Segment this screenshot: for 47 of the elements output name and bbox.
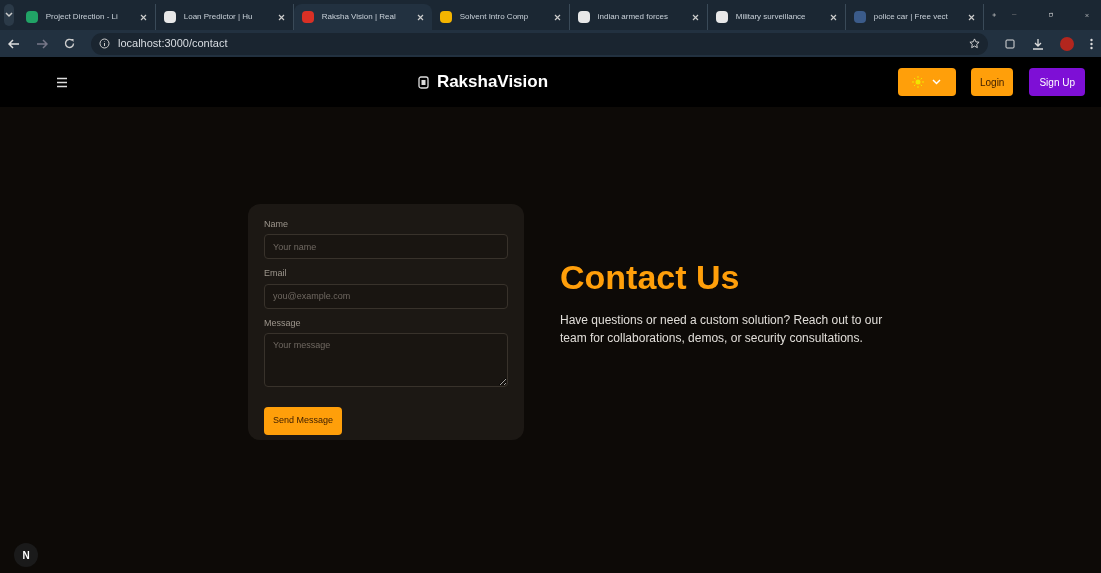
menu-icon[interactable] [1090, 37, 1093, 50]
caret-icon [4, 12, 13, 18]
reload-icon[interactable] [64, 38, 75, 49]
menu-icon[interactable] [56, 76, 68, 88]
star-icon[interactable] [969, 38, 980, 49]
tab-title: Raksha Vision | Real [321, 11, 397, 23]
close-icon[interactable] [277, 13, 285, 21]
tab-title: Loan Predictor | Hu [183, 11, 254, 23]
close-icon[interactable] [139, 13, 147, 21]
shield-icon [417, 75, 429, 89]
brand-name: RakshaVision [436, 71, 549, 94]
chevron-down-icon [932, 79, 942, 85]
url-text: localhost:3000/contact [118, 36, 228, 52]
sun-icon [912, 76, 925, 88]
field-label: Name [264, 217, 289, 231]
dev-badge[interactable]: N [14, 543, 38, 567]
close-icon[interactable] [829, 13, 837, 21]
restore-icon[interactable] [1048, 10, 1053, 20]
intro-paragraph: Have questions or need a custom solution? Reach out to our team for collaborations, demos, or security consultations. [560, 311, 884, 347]
browser-tab[interactable]: Raksha Vision | Real [293, 4, 432, 30]
tab-title: Solvent Intro Comp [459, 11, 530, 23]
close-icon[interactable] [691, 13, 699, 21]
tab-search-button[interactable] [4, 4, 14, 26]
login-button[interactable]: Login [970, 68, 1014, 96]
send-message-button[interactable]: Send Message [264, 407, 343, 435]
input-field[interactable]: you@example.com [264, 283, 508, 309]
field-label: Message [264, 316, 302, 330]
sign-up-button[interactable]: Sign Up [1029, 68, 1085, 96]
tab-title: Military surveillance [735, 11, 807, 23]
info-icon [99, 38, 110, 49]
forward-icon[interactable] [36, 38, 48, 49]
extensions-icon[interactable] [1004, 37, 1016, 50]
field-label: Email [264, 267, 288, 280]
close-icon[interactable] [416, 13, 424, 21]
close-icon[interactable] [553, 13, 561, 21]
tab-title: police car | Free vect [873, 11, 949, 23]
download-icon[interactable] [1032, 37, 1044, 50]
close-icon[interactable] [967, 13, 975, 21]
tab-title: Project Direction - Li [45, 11, 119, 23]
message-field[interactable]: Your message [264, 333, 508, 387]
input-field[interactable]: Your name [264, 234, 508, 259]
back-icon[interactable] [8, 38, 20, 49]
page-heading: Contact Us [560, 257, 741, 299]
address-bar[interactable]: localhost:3000/contact [91, 32, 988, 55]
theme-toggle-button[interactable] [897, 68, 956, 96]
new-tab-icon[interactable] [991, 10, 997, 20]
tab-title: indian armed forces [597, 11, 669, 23]
